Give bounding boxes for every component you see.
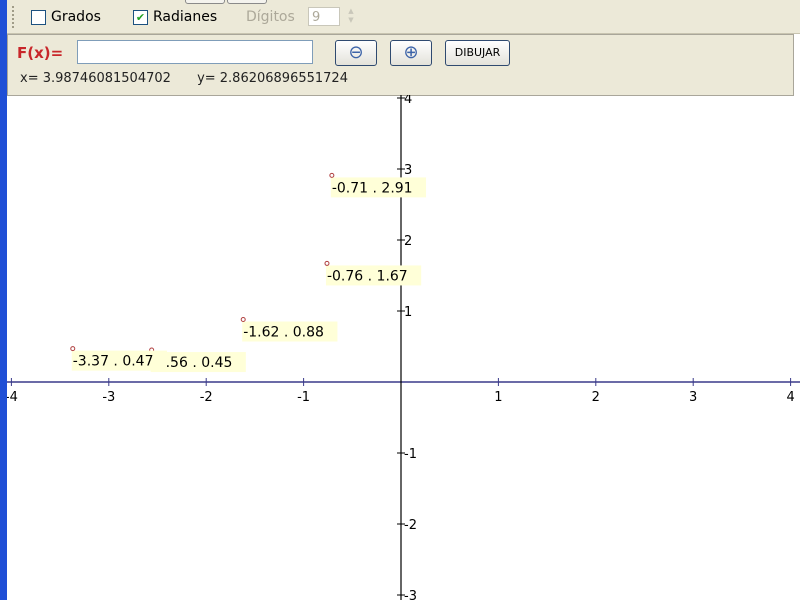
x-tick-label: -3 [102, 390, 115, 405]
x-tick-label: 4 [786, 390, 794, 405]
draw-button[interactable]: DIBUJAR [445, 40, 510, 66]
x-tick-label: 1 [494, 390, 502, 405]
data-point-group: -0.76 . 1.67 [324, 260, 422, 286]
radianes-label: Radianes [153, 9, 218, 25]
data-point-group: -1.62 . 0.88 [240, 317, 338, 342]
digitos-label: Dígitos [246, 9, 295, 25]
point-label: -1.62 . 0.88 [243, 325, 324, 341]
data-point-group: -3.37 . 0.47 [70, 346, 167, 371]
x-tick-label: 3 [689, 390, 697, 405]
zoom-out-button[interactable]: ⊖ [335, 40, 377, 66]
point-label: -0.71 . 2.91 [332, 180, 413, 196]
data-point [70, 346, 76, 352]
y-tick-label: 3 [404, 163, 412, 178]
x-tick-label: -4 [7, 390, 18, 405]
grados-checkbox[interactable] [31, 10, 46, 25]
zoom-in-button[interactable]: ⊕ [390, 40, 432, 66]
toolbar-grip[interactable] [12, 6, 16, 28]
data-point [324, 260, 330, 266]
toolbar-button[interactable] [185, 0, 225, 4]
fx-label: F(x)= [17, 44, 64, 62]
digitos-input[interactable]: 9 [308, 7, 340, 26]
y-tick-label: -2 [404, 518, 417, 533]
function-panel: F(x)= ⊖ ⊕ DIBUJAR x= 3.98746081504702 y=… [7, 34, 794, 96]
radianes-checkbox[interactable]: ✔ [133, 10, 148, 25]
toolbar: Grados ✔ Radianes Dígitos 9 ▲ ▼ [7, 0, 800, 34]
x-tick-label: -2 [200, 390, 213, 405]
x-tick-label: 2 [592, 390, 600, 405]
cursor-readout: x= 3.98746081504702 y= 2.86206896551724 [20, 71, 370, 86]
y-tick-label: 1 [404, 305, 412, 320]
y-tick-label: 4 [404, 95, 412, 107]
plot-area[interactable]: -4 -3 -2 -1 1 2 3 4 4 3 2 1 -1 -2 -3 -0.71 . 2.91 -0.76 … [7, 95, 800, 600]
toolbar-button[interactable] [227, 0, 267, 4]
y-readout: y= 2.86206896551724 [197, 71, 348, 86]
x-readout: x= 3.98746081504702 [20, 71, 171, 86]
zoom-in-icon: ⊕ [403, 42, 419, 63]
digitos-spinner[interactable]: ▲ ▼ [342, 7, 360, 26]
data-point [329, 172, 335, 178]
x-tick-label: -1 [297, 390, 310, 405]
point-label: -0.76 . 1.67 [327, 268, 408, 284]
window-border [0, 0, 7, 600]
zoom-out-icon: ⊖ [348, 42, 364, 63]
grados-label: Grados [51, 9, 101, 25]
y-tick-label: -1 [404, 447, 417, 462]
y-tick-label: 2 [404, 234, 412, 249]
y-tick-label: -3 [404, 589, 417, 600]
point-label: -3.37 . 0.47 [73, 354, 154, 370]
function-input[interactable] [77, 40, 313, 64]
data-point [240, 317, 246, 323]
